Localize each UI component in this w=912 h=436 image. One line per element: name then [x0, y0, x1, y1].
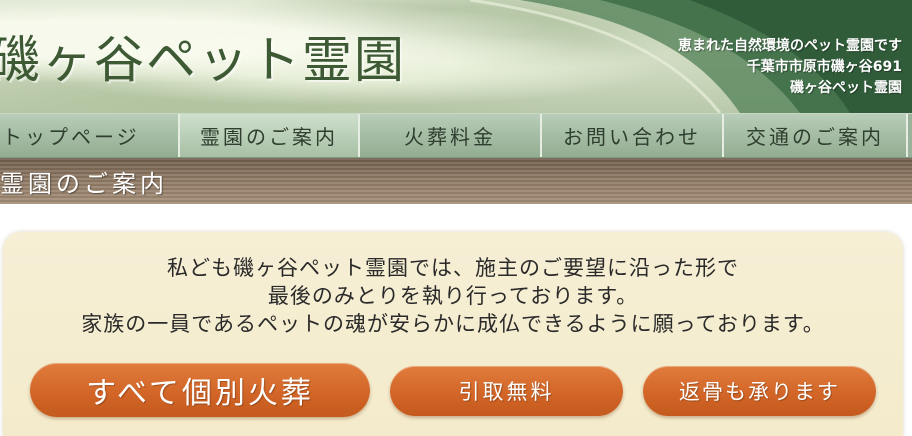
nav-tab-cemetery-guide[interactable]: 霊園のご案内 — [180, 114, 360, 157]
nav-tab-label: 霊園のご案内 — [200, 125, 338, 149]
header-tagline: 恵まれた自然環境のペット霊園です — [678, 38, 902, 54]
header-address: 千葉市市原市磯ヶ谷691 — [746, 59, 902, 75]
main-nav: トップページ 霊園のご案内 火葬料金 お問い合わせ 交通のご案内 — [0, 113, 912, 158]
intro-text: 私ども磯ヶ谷ペット霊園では、施主のご要望に沿った形で 最後のみとりを執り行ってお… — [3, 254, 903, 338]
nav-tab-top[interactable]: トップページ — [0, 114, 180, 157]
intro-line: 私ども磯ヶ谷ペット霊園では、施主のご要望に沿った形で — [167, 256, 739, 280]
nav-tab-label: お問い合わせ — [563, 125, 701, 149]
nav-tab-label: 交通のご案内 — [746, 125, 884, 149]
intro-line: 家族の一員であるペットの魂が安らかに成仏できるように願っております。 — [81, 312, 825, 336]
nav-tab-access[interactable]: 交通のご案内 — [724, 114, 908, 157]
nav-tab-label: トップページ — [2, 125, 140, 149]
feature-badge-ash-return: 返骨も承ります — [643, 366, 876, 416]
intro-line: 最後のみとりを執り行っております。 — [267, 284, 639, 308]
section-title: 霊園のご案内 — [0, 169, 168, 198]
header-site-name: 磯ヶ谷ペット霊園 — [790, 80, 902, 96]
feature-label: 返骨も承ります — [679, 380, 840, 404]
nav-tab-cremation-fees[interactable]: 火葬料金 — [360, 114, 542, 157]
nav-tab-contact[interactable]: お問い合わせ — [542, 114, 724, 157]
feature-badge-free-pickup: 引取無料 — [390, 366, 623, 416]
feature-label: 引取無料 — [458, 380, 555, 404]
intro-panel: 私ども磯ヶ谷ペット霊園では、施主のご要望に沿った形で 最後のみとりを執り行ってお… — [3, 232, 903, 436]
nav-tab-label: 火葬料金 — [404, 125, 496, 149]
site-logo[interactable]: 磯ヶ谷ペット霊園 — [0, 20, 406, 92]
feature-label: すべて個別火葬 — [86, 376, 314, 411]
header-info: 恵まれた自然環境のペット霊園です 千葉市市原市磯ヶ谷691 磯ヶ谷ペット霊園 — [678, 36, 902, 99]
section-title-bar: 霊園のご案内 — [0, 158, 912, 204]
site-header: 磯ヶ谷ペット霊園 恵まれた自然環境のペット霊園です 千葉市市原市磯ヶ谷691 磯… — [0, 0, 912, 113]
feature-badge-individual-cremation: すべて個別火葬 — [30, 363, 370, 417]
